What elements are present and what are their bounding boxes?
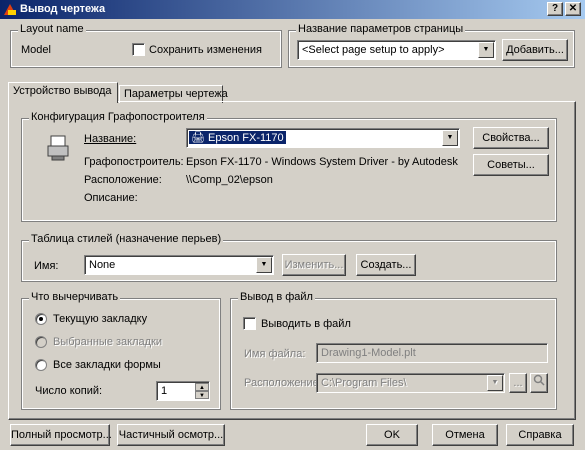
page-setup-combo[interactable]: <Select page setup to apply> ▼ xyxy=(297,40,496,60)
cancel-button[interactable]: Отмена xyxy=(432,424,498,446)
plotter-value: Epson FX-1170 - Windows System Driver - … xyxy=(186,156,458,168)
file-location-label: Расположение: xyxy=(244,377,322,389)
radio-all-tabs-label: Все закладки формы xyxy=(53,359,161,371)
plot-to-file-checkbox[interactable] xyxy=(243,317,256,330)
plotter-label: Графопостроитель: xyxy=(84,156,184,168)
plot-to-file-group-title: Вывод в файл xyxy=(238,291,315,303)
full-preview-button[interactable]: Полный просмотр... xyxy=(10,424,112,446)
browse-folder-button[interactable] xyxy=(530,373,548,393)
filename-value: Drawing1-Model.plt xyxy=(321,347,416,359)
plot-to-file-label: Выводить в файл xyxy=(261,318,351,330)
browse-button[interactable]: ... xyxy=(509,373,527,393)
save-changes-checkbox[interactable] xyxy=(132,43,145,56)
plotter-config-group-title: Конфигурация Графопостроителя xyxy=(29,111,207,123)
style-table-combo[interactable]: None ▼ xyxy=(84,255,274,275)
copies-value: 1 xyxy=(161,385,168,397)
ok-button[interactable]: OK xyxy=(366,424,418,446)
plotter-hints-button[interactable]: Советы... xyxy=(473,154,549,176)
radio-selected-tabs[interactable] xyxy=(35,336,47,348)
layout-name-value: Model xyxy=(21,44,51,56)
dropdown-arrow-icon[interactable]: ▼ xyxy=(478,42,494,58)
plotter-properties-button[interactable]: Свойства... xyxy=(473,127,549,149)
radio-selected-tabs-label: Выбранные закладки xyxy=(53,336,163,348)
style-table-edit-button[interactable]: Изменить... xyxy=(282,254,346,276)
file-location-combo[interactable]: C:\Program Files\ ▼ xyxy=(316,373,505,393)
tab-output-device[interactable]: Устройство вывода xyxy=(8,82,118,103)
location-value: \\Comp_02\epson xyxy=(186,174,273,186)
dropdown-arrow-icon[interactable]: ▼ xyxy=(256,257,272,273)
stepper-up-icon[interactable]: ▲ xyxy=(195,383,209,391)
title-bar: Вывод чертежа ? ✕ xyxy=(0,0,585,19)
printer-icon: 🖨 xyxy=(191,132,205,144)
layout-name-group-title: Layout name xyxy=(18,23,86,35)
page-setup-combo-value: <Select page setup to apply> xyxy=(302,44,445,56)
style-table-group-title: Таблица стилей (назначение перьев) xyxy=(29,233,224,245)
filename-field[interactable]: Drawing1-Model.plt xyxy=(316,343,548,363)
style-table-combo-value: None xyxy=(89,259,116,271)
what-to-plot-group-title: Что вычерчивать xyxy=(29,291,121,303)
plotter-name-combo-value: 🖨 Epson FX-1170 xyxy=(189,131,286,144)
filename-label: Имя файла: xyxy=(244,348,306,360)
folder-search-icon xyxy=(533,374,545,386)
dropdown-arrow-icon[interactable]: ▼ xyxy=(487,375,503,391)
plotter-name-label: Название: xyxy=(84,133,137,145)
location-label: Расположение: xyxy=(84,174,162,186)
description-label: Описание: xyxy=(84,192,138,204)
style-table-name-label: Имя: xyxy=(34,260,59,272)
page-setup-group-title: Название параметров страницы xyxy=(296,23,466,35)
radio-current-tab-label: Текущую закладку xyxy=(53,313,148,325)
plotter-name-combo[interactable]: 🖨 Epson FX-1170 ▼ xyxy=(186,128,460,148)
window-title: Вывод чертежа xyxy=(20,3,106,15)
help-title-button[interactable]: ? xyxy=(547,2,563,16)
dropdown-arrow-icon[interactable]: ▼ xyxy=(442,130,458,146)
style-table-create-button[interactable]: Создать... xyxy=(356,254,416,276)
partial-preview-button[interactable]: Частичный осмотр... xyxy=(117,424,225,446)
autocad-plot-icon xyxy=(4,4,16,15)
radio-all-tabs[interactable] xyxy=(35,359,47,371)
radio-current-tab[interactable] xyxy=(35,313,47,325)
add-page-setup-button[interactable]: Добавить... xyxy=(502,39,568,61)
plotter-icon xyxy=(47,135,69,161)
stepper-down-icon[interactable]: ▼ xyxy=(195,391,209,399)
save-changes-label: Сохранить изменения xyxy=(149,44,262,56)
close-button[interactable]: ✕ xyxy=(565,2,581,16)
copies-label: Число копий: xyxy=(35,385,103,397)
file-location-value: C:\Program Files\ xyxy=(321,377,407,389)
help-button[interactable]: Справка xyxy=(506,424,574,446)
